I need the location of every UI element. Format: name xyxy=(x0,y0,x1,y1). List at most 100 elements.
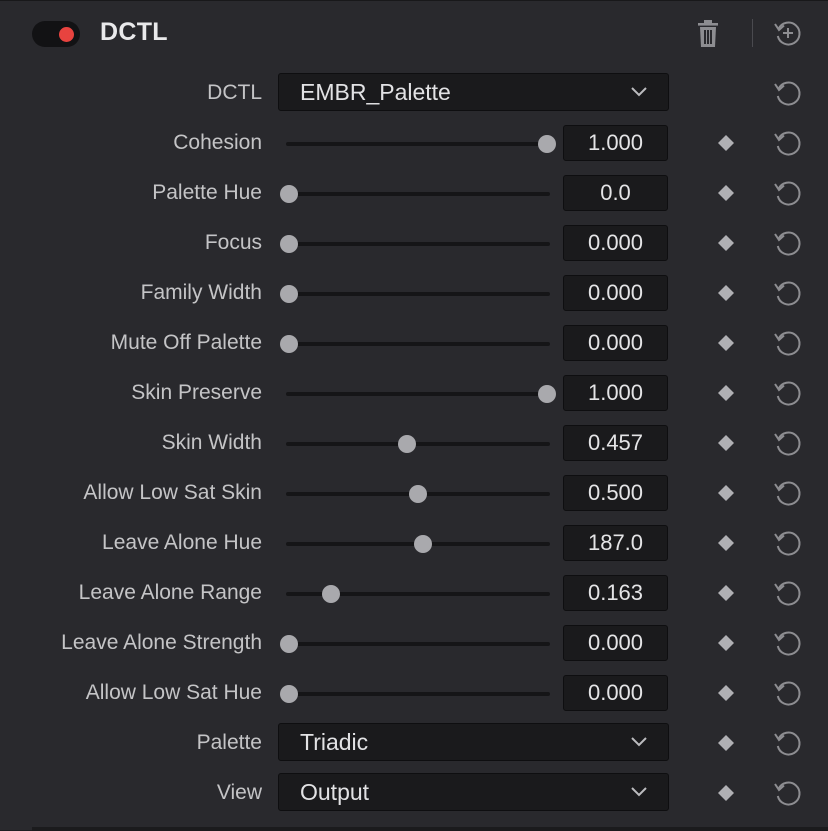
slider-thumb[interactable] xyxy=(280,685,298,703)
param-label: Cohesion xyxy=(173,131,262,154)
focus-value-field[interactable]: 0.000 xyxy=(563,225,668,261)
param-row-leave-alone-hue: Leave Alone Hue 187.0 xyxy=(0,518,828,568)
reset-icon[interactable] xyxy=(773,378,803,408)
view-dropdown[interactable]: Output xyxy=(278,773,669,811)
reset-icon[interactable] xyxy=(773,678,803,708)
enable-toggle[interactable] xyxy=(32,21,80,47)
family-width-slider[interactable] xyxy=(280,268,550,318)
skin-width-slider[interactable] xyxy=(286,418,550,468)
param-row-allow-low-sat-hue: Allow Low Sat Hue 0.000 xyxy=(0,668,828,718)
reset-icon[interactable] xyxy=(773,78,803,108)
slider-thumb[interactable] xyxy=(280,285,298,303)
mute-off-palette-slider[interactable] xyxy=(280,318,550,368)
diamond-icon[interactable] xyxy=(717,134,735,152)
trash-icon[interactable] xyxy=(694,19,722,49)
chevron-down-icon xyxy=(630,735,648,749)
param-row-allow-low-sat-skin: Allow Low Sat Skin 0.500 xyxy=(0,468,828,518)
leave-alone-hue-slider[interactable] xyxy=(286,518,550,568)
diamond-icon[interactable] xyxy=(717,434,735,452)
dctl-panel: DCTL DCTL EMBR_Palette Cohesion 1.000 Palett… xyxy=(0,0,828,831)
param-label: Mute Off Palette xyxy=(110,331,262,354)
reset-icon[interactable] xyxy=(773,528,803,558)
param-label: Leave Alone Strength xyxy=(61,631,262,654)
focus-slider[interactable] xyxy=(280,218,550,268)
diamond-icon[interactable] xyxy=(717,484,735,502)
allow-low-sat-skin-value-field[interactable]: 0.500 xyxy=(563,475,668,511)
leave-alone-strength-value-field[interactable]: 0.000 xyxy=(563,625,668,661)
chevron-down-icon xyxy=(630,785,648,799)
allow-low-sat-skin-slider[interactable] xyxy=(286,468,550,518)
reset-icon[interactable] xyxy=(773,578,803,608)
diamond-icon[interactable] xyxy=(717,784,735,802)
slider-thumb[interactable] xyxy=(322,585,341,603)
slider-track xyxy=(286,342,550,346)
dropdown-value: Triadic xyxy=(300,729,369,755)
slider-thumb[interactable] xyxy=(414,535,433,553)
slider-thumb[interactable] xyxy=(280,235,298,253)
allow-low-sat-hue-slider[interactable] xyxy=(280,668,550,718)
mute-off-palette-value-field[interactable]: 0.000 xyxy=(563,325,668,361)
skin-preserve-slider[interactable] xyxy=(286,368,556,418)
reset-all-icon[interactable] xyxy=(773,18,803,48)
slider-thumb[interactable] xyxy=(538,385,556,403)
reset-icon[interactable] xyxy=(773,278,803,308)
palette-hue-slider[interactable] xyxy=(280,168,550,218)
diamond-icon[interactable] xyxy=(717,534,735,552)
reset-icon[interactable] xyxy=(773,228,803,258)
param-label: Family Width xyxy=(140,281,262,304)
slider-thumb[interactable] xyxy=(538,135,556,153)
param-row-focus: Focus 0.000 xyxy=(0,218,828,268)
reset-icon[interactable] xyxy=(773,428,803,458)
reset-icon[interactable] xyxy=(773,728,803,758)
dropdown-value: Output xyxy=(300,779,370,805)
slider-track xyxy=(286,442,550,446)
cohesion-slider[interactable] xyxy=(286,118,556,168)
cohesion-value-field[interactable]: 1.000 xyxy=(563,125,668,161)
param-row-family-width: Family Width 0.000 xyxy=(0,268,828,318)
diamond-icon[interactable] xyxy=(717,634,735,652)
param-label: Skin Width xyxy=(161,431,262,454)
slider-thumb[interactable] xyxy=(280,635,298,653)
diamond-icon[interactable] xyxy=(717,284,735,302)
slider-thumb[interactable] xyxy=(397,435,416,453)
skin-width-value-field[interactable]: 0.457 xyxy=(563,425,668,461)
leave-alone-hue-value-field[interactable]: 187.0 xyxy=(563,525,668,561)
reset-icon[interactable] xyxy=(773,778,803,808)
palette-dropdown[interactable]: Triadic xyxy=(278,723,669,761)
slider-thumb[interactable] xyxy=(280,335,298,353)
header-divider xyxy=(752,19,753,47)
allow-low-sat-hue-value-field[interactable]: 0.000 xyxy=(563,675,668,711)
skin-preserve-value-field[interactable]: 1.000 xyxy=(563,375,668,411)
leave-alone-range-value-field[interactable]: 0.163 xyxy=(563,575,668,611)
reset-icon[interactable] xyxy=(773,328,803,358)
diamond-icon[interactable] xyxy=(717,184,735,202)
diamond-icon[interactable] xyxy=(717,234,735,252)
param-label: Palette xyxy=(196,731,262,754)
slider-track xyxy=(286,192,550,196)
diamond-icon[interactable] xyxy=(717,384,735,402)
leave-alone-strength-slider[interactable] xyxy=(280,618,550,668)
reset-icon[interactable] xyxy=(773,628,803,658)
reset-icon[interactable] xyxy=(773,178,803,208)
dctl-dropdown[interactable]: EMBR_Palette xyxy=(278,73,669,111)
diamond-icon[interactable] xyxy=(717,584,735,602)
leave-alone-range-slider[interactable] xyxy=(286,568,550,618)
slider-thumb[interactable] xyxy=(409,485,427,503)
diamond-icon[interactable] xyxy=(717,734,735,752)
param-row-mute-off-palette: Mute Off Palette 0.000 xyxy=(0,318,828,368)
diamond-icon[interactable] xyxy=(717,334,735,352)
param-label: Skin Preserve xyxy=(131,381,262,404)
param-label: DCTL xyxy=(207,81,262,104)
family-width-value-field[interactable]: 0.000 xyxy=(563,275,668,311)
reset-icon[interactable] xyxy=(773,128,803,158)
panel-bottom-edge xyxy=(32,827,828,831)
param-label: Allow Low Sat Skin xyxy=(83,481,262,504)
dropdown-value: EMBR_Palette xyxy=(300,79,451,105)
palette-hue-value-field[interactable]: 0.0 xyxy=(563,175,668,211)
slider-thumb[interactable] xyxy=(280,185,298,203)
param-row-palette-hue: Palette Hue 0.0 xyxy=(0,168,828,218)
param-label: Leave Alone Hue xyxy=(102,531,262,554)
chevron-down-icon xyxy=(630,85,648,99)
reset-icon[interactable] xyxy=(773,478,803,508)
diamond-icon[interactable] xyxy=(717,684,735,702)
